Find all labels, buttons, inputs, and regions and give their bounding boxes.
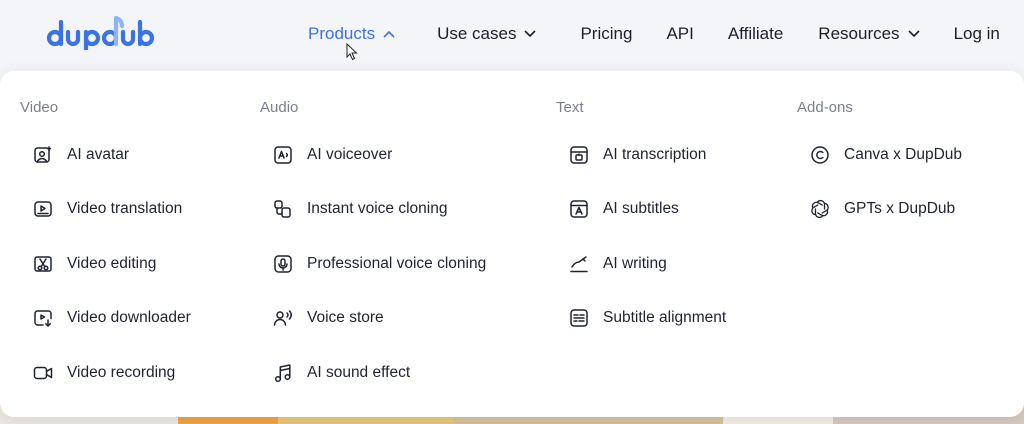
- mouse-cursor-icon: [346, 43, 358, 61]
- dupdub-logo[interactable]: [46, 14, 156, 50]
- menu-item-label: Professional voice cloning: [307, 255, 487, 272]
- menu-item-label: Canva x DupDub: [844, 146, 963, 163]
- menu-item-ai-writing[interactable]: AI writing: [568, 252, 667, 276]
- openai-icon: [809, 198, 831, 220]
- menu-item-label: Subtitle alignment: [603, 309, 727, 326]
- menu-item-ai-transcription[interactable]: AI transcription: [568, 143, 706, 167]
- menu-item-professional-voice-cloning[interactable]: Professional voice cloning: [272, 252, 486, 276]
- nav-affiliate[interactable]: Affiliate: [728, 24, 783, 44]
- voiceover-icon: [272, 144, 294, 166]
- site-header: Products Use cases Pricing API Affiliate…: [0, 0, 1024, 70]
- nav-products[interactable]: Products: [308, 24, 395, 44]
- avatar-icon: [32, 144, 54, 166]
- menu-item-ai-avatar[interactable]: AI avatar: [32, 143, 129, 167]
- audio-column-title: Audio: [260, 99, 299, 116]
- menu-item-label: AI writing: [603, 255, 667, 272]
- music-note-icon: [272, 362, 294, 384]
- nav-resources-label: Resources: [818, 24, 900, 43]
- menu-item-gpts-dupdub[interactable]: GPTs x DupDub: [809, 197, 955, 221]
- main-nav: Products Use cases Pricing API Affiliate…: [308, 22, 1024, 46]
- nav-pricing[interactable]: Pricing: [580, 24, 632, 44]
- users-voice-icon: [272, 307, 294, 329]
- alignment-icon: [568, 307, 590, 329]
- addons-column-title: Add-ons: [797, 99, 853, 116]
- menu-item-video-recording[interactable]: Video recording: [32, 361, 175, 385]
- writing-icon: [568, 253, 590, 275]
- menu-item-label: Video recording: [67, 364, 176, 381]
- menu-item-label: AI sound effect: [307, 364, 411, 381]
- products-dropdown: Video AI avatar Video translation Video …: [0, 71, 1024, 417]
- nav-use-cases[interactable]: Use cases: [437, 24, 537, 44]
- login-link[interactable]: Log in: [954, 24, 1000, 44]
- video-translation-icon: [32, 198, 54, 220]
- menu-item-video-downloader[interactable]: Video downloader: [32, 306, 191, 330]
- chevron-down-icon: [907, 30, 920, 38]
- menu-item-label: AI avatar: [67, 146, 130, 163]
- menu-item-label: Video editing: [67, 255, 157, 272]
- transcription-icon: [568, 144, 590, 166]
- menu-item-video-editing[interactable]: Video editing: [32, 252, 156, 276]
- subtitles-icon: [568, 198, 590, 220]
- menu-item-label: Video translation: [67, 200, 183, 217]
- menu-item-label: AI subtitles: [603, 200, 679, 217]
- chevron-up-icon: [383, 30, 395, 38]
- microphone-icon: [272, 253, 294, 275]
- chevron-down-icon: [524, 30, 537, 38]
- voice-clone-icon: [272, 198, 294, 220]
- nav-products-label: Products: [308, 24, 376, 43]
- menu-item-instant-voice-cloning[interactable]: Instant voice cloning: [272, 197, 447, 221]
- nav-resources[interactable]: Resources: [818, 24, 920, 44]
- nav-use-cases-label: Use cases: [437, 24, 517, 43]
- menu-item-voice-store[interactable]: Voice store: [272, 306, 384, 330]
- nav-api[interactable]: API: [666, 24, 693, 44]
- menu-item-canva-dupdub[interactable]: Canva x DupDub: [809, 143, 962, 167]
- menu-item-video-translation[interactable]: Video translation: [32, 197, 182, 221]
- menu-item-label: GPTs x DupDub: [844, 200, 956, 217]
- download-icon: [32, 307, 54, 329]
- menu-item-ai-subtitles[interactable]: AI subtitles: [568, 197, 679, 221]
- text-column-title: Text: [556, 99, 584, 116]
- menu-item-label: AI transcription: [603, 146, 707, 163]
- menu-item-label: Instant voice cloning: [307, 200, 448, 217]
- menu-item-label: Voice store: [307, 309, 384, 326]
- scissors-icon: [32, 253, 54, 275]
- camera-icon: [32, 362, 54, 384]
- menu-item-subtitle-alignment[interactable]: Subtitle alignment: [568, 306, 726, 330]
- menu-item-label: Video downloader: [67, 309, 191, 326]
- menu-item-label: AI voiceover: [307, 146, 393, 163]
- canva-icon: [809, 144, 831, 166]
- menu-item-ai-voiceover[interactable]: AI voiceover: [272, 143, 392, 167]
- video-column-title: Video: [20, 99, 59, 116]
- menu-item-ai-sound-effect[interactable]: AI sound effect: [272, 361, 410, 385]
